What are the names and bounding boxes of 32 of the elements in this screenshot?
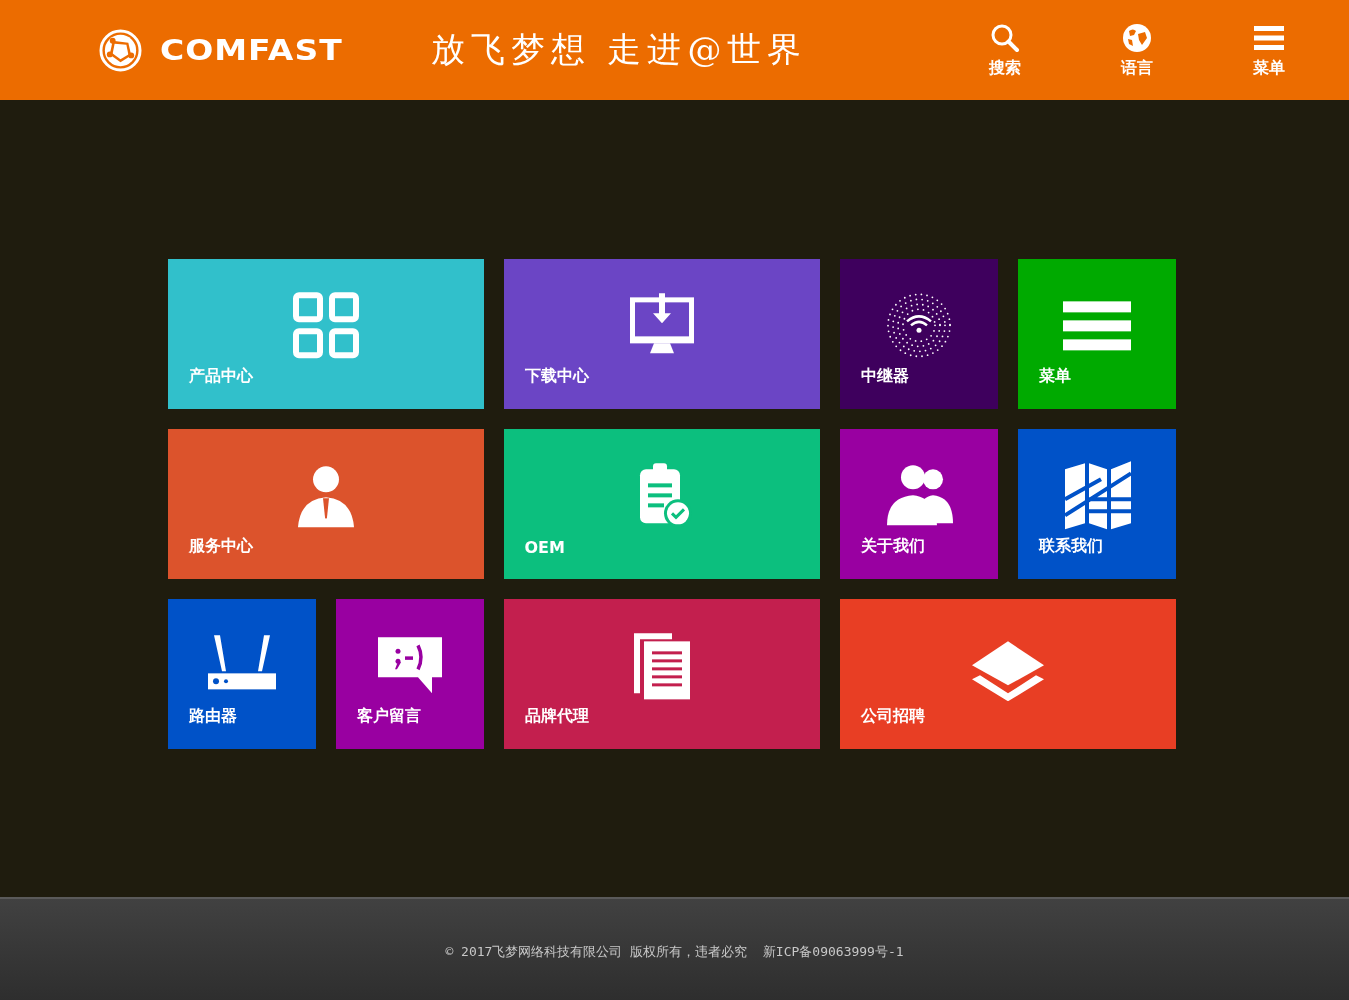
menu-tile[interactable]: 公司招聘 — [839, 599, 1176, 749]
brand-logo-text: COMFAST — [160, 33, 343, 67]
tile-label: 中继器 — [860, 366, 909, 387]
tile-label: 下载中心 — [524, 366, 589, 387]
tile-label: 产品中心 — [188, 366, 253, 387]
menu-tile[interactable]: 产品中心 — [167, 259, 484, 409]
tile-label: 关于我们 — [860, 536, 925, 557]
copyright-text: © 2017飞梦网络科技有限公司 版权所有，违者必究 新ICP备09063999号-1 — [445, 942, 904, 961]
tile-label: 菜单 — [1038, 366, 1071, 387]
menu-tile[interactable]: OEM — [503, 429, 820, 579]
menu-tile[interactable]: 中继器 — [839, 259, 998, 409]
menu-button[interactable]: 菜单 — [1239, 21, 1299, 79]
tile-label: 服务中心 — [188, 536, 253, 557]
search-button[interactable]: 搜索 — [975, 21, 1035, 79]
tile-label: 客户留言 — [356, 706, 421, 727]
tile-label: 公司招聘 — [860, 706, 925, 727]
tile-label: 路由器 — [188, 706, 237, 727]
tile-label: OEM — [524, 538, 565, 557]
menu-tile[interactable]: 路由器 — [167, 599, 316, 749]
menu-tile[interactable]: 菜单 — [1017, 259, 1176, 409]
menu-tile[interactable]: 客户留言 — [335, 599, 484, 749]
logo-icon — [99, 28, 142, 72]
menu-tile[interactable]: 下载中心 — [503, 259, 820, 409]
menu-tile[interactable]: 品牌代理 — [503, 599, 820, 749]
slogan: 放飞梦想 走进@世界 — [430, 28, 808, 71]
tile-label: 联系我们 — [1038, 536, 1103, 557]
globe-icon — [1121, 21, 1153, 54]
tile-label: 品牌代理 — [524, 706, 589, 727]
menu-tile[interactable]: 关于我们 — [839, 429, 998, 579]
language-button[interactable]: 语言 — [1107, 21, 1167, 79]
menu-tile[interactable]: 服务中心 — [167, 429, 484, 579]
menu-tile[interactable]: 联系我们 — [1017, 429, 1176, 579]
